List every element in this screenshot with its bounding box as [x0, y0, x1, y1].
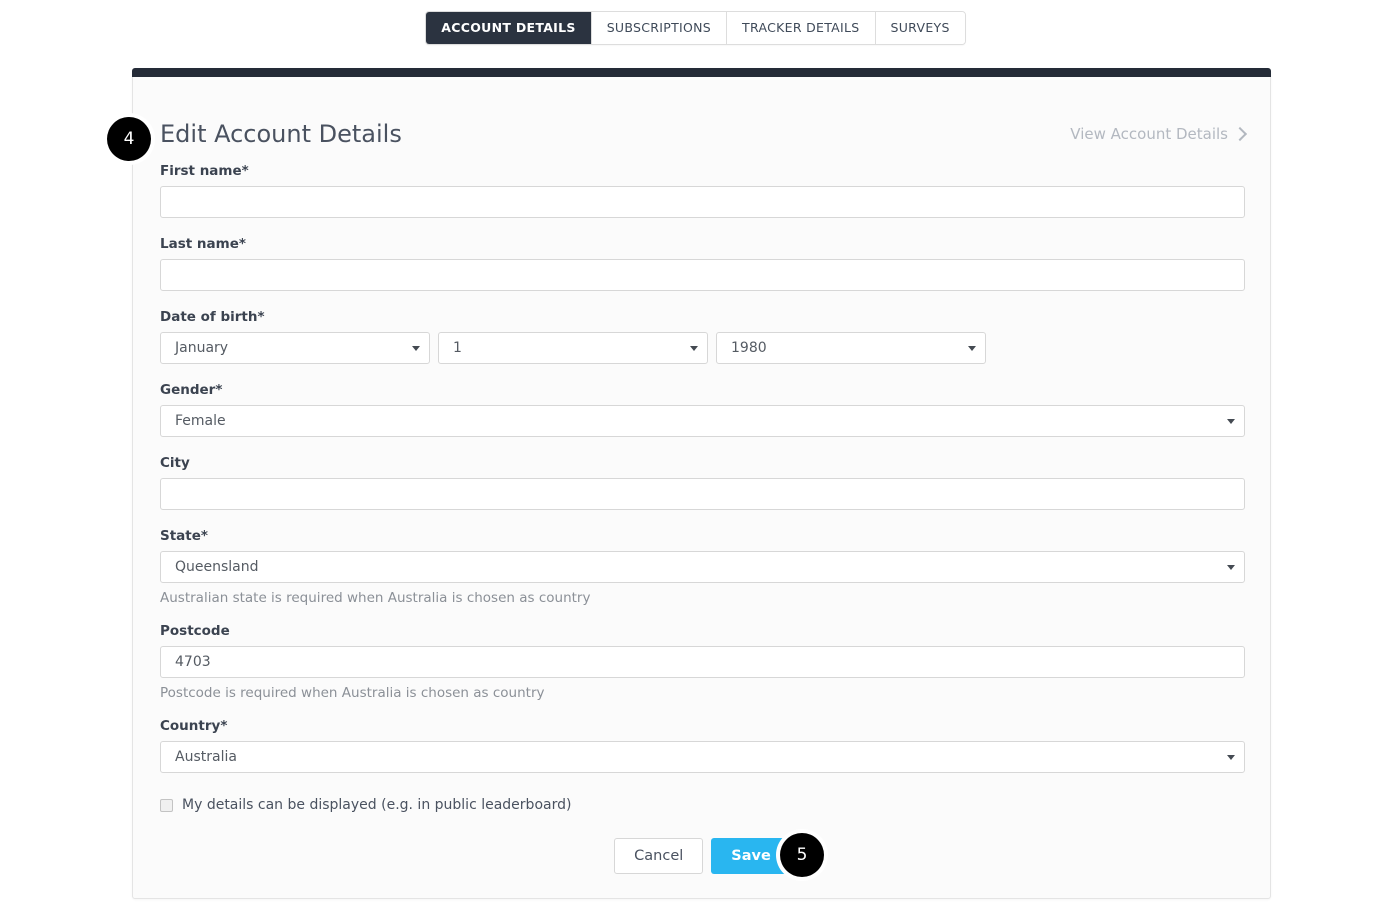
dob-day-select-wrap: 1 — [438, 332, 708, 364]
state-select[interactable]: Queensland — [160, 551, 1245, 583]
account-tab-bar: ACCOUNT DETAILS SUBSCRIPTIONS TRACKER DE… — [0, 11, 1391, 45]
field-country: Country* Australia — [160, 718, 1245, 773]
country-select[interactable]: Australia — [160, 741, 1245, 773]
tab-tracker-details[interactable]: TRACKER DETAILS — [727, 12, 876, 44]
field-first-name: First name* — [160, 163, 1245, 218]
step-badge-5: 5 — [780, 833, 824, 877]
form-actions: Cancel Save — [160, 838, 1245, 874]
tab-list: ACCOUNT DETAILS SUBSCRIPTIONS TRACKER DE… — [425, 11, 966, 45]
first-name-input[interactable] — [160, 186, 1245, 218]
country-select-wrap: Australia — [160, 741, 1245, 773]
dob-month-select-wrap: January — [160, 332, 430, 364]
dob-day-select[interactable]: 1 — [438, 332, 708, 364]
card-top-accent-bar — [132, 68, 1271, 77]
first-name-label: First name* — [160, 163, 249, 179]
step-badge-4: 4 — [107, 117, 151, 161]
tab-surveys[interactable]: SURVEYS — [875, 12, 965, 44]
gender-label: Gender* — [160, 382, 223, 398]
save-button[interactable]: Save — [711, 838, 791, 874]
field-date-of-birth: Date of birth* January 1 1980 — [160, 309, 1245, 364]
state-helper-text: Australian state is required when Austra… — [160, 590, 591, 606]
postcode-label: Postcode — [160, 623, 230, 639]
field-state: State* Queensland Australian state is re… — [160, 528, 1245, 607]
field-city: City — [160, 455, 1245, 510]
dob-year-select-wrap: 1980 — [716, 332, 986, 364]
state-select-wrap: Queensland — [160, 551, 1245, 583]
city-input[interactable] — [160, 478, 1245, 510]
dob-month-select[interactable]: January — [160, 332, 430, 364]
gender-select[interactable]: Female — [160, 405, 1245, 437]
last-name-input[interactable] — [160, 259, 1245, 291]
last-name-label: Last name* — [160, 236, 246, 252]
field-postcode: Postcode Postcode is required when Austr… — [160, 623, 1245, 702]
tab-account-details[interactable]: ACCOUNT DETAILS — [426, 12, 592, 44]
field-last-name: Last name* — [160, 236, 1245, 291]
card-content: Edit Account Details View Account Detail… — [160, 119, 1248, 874]
dob-year-select[interactable]: 1980 — [716, 332, 986, 364]
gender-select-wrap: Female — [160, 405, 1245, 437]
view-account-details-label: View Account Details — [1070, 125, 1228, 143]
view-account-details-link[interactable]: View Account Details — [1070, 125, 1248, 143]
city-label: City — [160, 455, 190, 471]
postcode-helper-text: Postcode is required when Australia is c… — [160, 685, 545, 701]
date-of-birth-label: Date of birth* — [160, 309, 265, 325]
state-label: State* — [160, 528, 208, 544]
country-label: Country* — [160, 718, 228, 734]
card-header: Edit Account Details View Account Detail… — [160, 119, 1248, 163]
postcode-input[interactable] — [160, 646, 1245, 678]
field-gender: Gender* Female — [160, 382, 1245, 437]
display-details-checkbox[interactable] — [160, 799, 173, 812]
cancel-button[interactable]: Cancel — [614, 838, 704, 874]
date-of-birth-row: January 1 1980 — [160, 332, 1245, 364]
display-details-row: My details can be displayed (e.g. in pub… — [160, 797, 1245, 814]
account-details-card: Edit Account Details View Account Detail… — [132, 68, 1271, 899]
display-details-label: My details can be displayed (e.g. in pub… — [182, 797, 572, 813]
chevron-right-icon — [1232, 126, 1248, 142]
page-title: Edit Account Details — [160, 120, 402, 148]
tab-subscriptions[interactable]: SUBSCRIPTIONS — [591, 12, 728, 44]
